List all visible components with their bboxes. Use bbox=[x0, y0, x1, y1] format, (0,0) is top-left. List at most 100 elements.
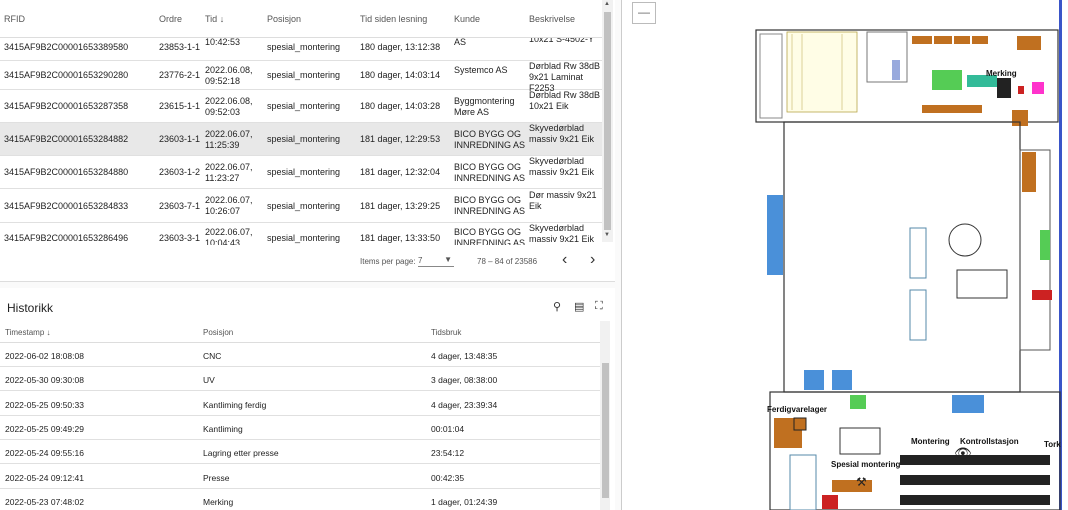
col-kunde[interactable]: Kunde bbox=[454, 14, 480, 24]
history-cell-tidsbruk: 23:54:12 bbox=[431, 448, 465, 459]
cell-text: 10x21 S-4502-Y bbox=[529, 38, 595, 44]
history-row[interactable]: 2022-05-30 09:30:08 UV 3 dager, 08:38:00 bbox=[0, 367, 600, 392]
cell-text: 3415AF9B2C00001653286496 bbox=[4, 232, 129, 243]
cell-text: massiv 9x21 Eik bbox=[529, 134, 595, 144]
label-kontrollstasjon: Kontrollstasjon bbox=[960, 437, 1019, 446]
label-merking: Merking bbox=[986, 69, 1017, 78]
history-cell-timestamp: 2022-05-24 09:55:16 bbox=[5, 448, 84, 459]
cell-ordre: 23615-1-1 bbox=[159, 101, 200, 112]
history-row[interactable]: 2022-05-25 09:50:33 Kantliming ferdig 4 da… bbox=[0, 392, 600, 416]
cell-text: Skyvedørblad bbox=[529, 123, 585, 133]
machine bbox=[822, 495, 838, 509]
col-tid[interactable]: Tid ↓ bbox=[205, 14, 224, 24]
cell-text: BICO BYGG OG bbox=[454, 161, 522, 172]
cell-tid: 2022.06.08, 09:52:18 bbox=[205, 65, 253, 87]
floor-plan-map[interactable]: — 👁 ⚒ Merking Ferdigvarelager Montering … bbox=[622, 0, 1068, 510]
col-tid-label: Tid bbox=[205, 14, 218, 24]
machine bbox=[850, 395, 866, 409]
conveyor bbox=[900, 475, 1050, 485]
items-per-page-select[interactable]: 7 ▼ bbox=[418, 253, 454, 267]
conveyor bbox=[900, 495, 1050, 505]
col-tidsbruk[interactable]: Tidsbruk bbox=[431, 328, 461, 337]
cell-text: 3415AF9B2C00001653284880 bbox=[4, 167, 129, 177]
col-posisjon[interactable]: Posisjon bbox=[267, 14, 301, 24]
table-row[interactable]: 3415AF9B2C00001653290280 23776-2-1 2022.06… bbox=[0, 61, 602, 93]
scroll-up-icon[interactable]: ▲ bbox=[604, 1, 610, 7]
cell-text: BICO BYGG OG bbox=[454, 195, 522, 205]
prev-page-button[interactable]: ‹ bbox=[562, 251, 567, 269]
orders-table-panel: RFID Ordre Tid ↓ Posisjon Tid siden lesn… bbox=[0, 0, 615, 282]
history-cell-tidsbruk: 3 dager, 08:38:00 bbox=[431, 375, 498, 386]
table-row[interactable]: 3415AF9B2C00001653284880 23603-1-2 2022.06… bbox=[0, 156, 602, 189]
table-row[interactable]: 3415AF9B2C00001653286496 23603-3-1 2022.06… bbox=[0, 223, 602, 245]
cell-text: 23603-7-1 bbox=[159, 200, 201, 211]
cell-text: 10x21 Eik bbox=[529, 101, 569, 111]
scroll-down-icon[interactable]: ▼ bbox=[604, 232, 610, 238]
app-root: RFID Ordre Tid ↓ Posisjon Tid siden lesn… bbox=[0, 0, 1068, 510]
cell-text: 23603-1-1 bbox=[159, 134, 201, 144]
orders-scrollbar[interactable]: ▲ ▼ bbox=[602, 0, 613, 242]
col-beskrivelse[interactable]: Beskrivelse bbox=[529, 14, 575, 24]
col-rfid[interactable]: RFID bbox=[4, 14, 25, 24]
export-file-icon[interactable]: ▤ bbox=[574, 300, 584, 313]
scroll-thumb[interactable] bbox=[604, 12, 611, 230]
cell-text: Systemco AS bbox=[454, 64, 508, 75]
col-tid-siden[interactable]: Tid siden lesning bbox=[360, 14, 427, 24]
cell-text: 2022.06.07, bbox=[205, 161, 253, 172]
cell-text: spesial_montering bbox=[267, 134, 341, 144]
cell-text: 10:42:53 bbox=[205, 38, 241, 47]
history-row[interactable]: 2022-05-23 07:48:02 Merking 1 dager, 01:24… bbox=[0, 489, 600, 510]
cell-text: Møre AS bbox=[454, 106, 490, 117]
machine bbox=[804, 370, 824, 390]
history-cell-posisjon: Lagring etter presse bbox=[203, 448, 279, 459]
cell-kunde: Byggmontering Møre AS bbox=[454, 96, 515, 118]
next-page-button[interactable]: › bbox=[590, 251, 595, 269]
rack bbox=[1017, 36, 1041, 50]
cell-text: Dørblad Rw 38dB bbox=[529, 61, 601, 71]
history-scrollbar[interactable] bbox=[600, 321, 610, 510]
scroll-thumb[interactable] bbox=[602, 363, 609, 498]
cell-posisjon: spesial_montering bbox=[267, 201, 340, 212]
cell-text: INNREDNING AS bbox=[454, 172, 526, 183]
cell-text: 10:26:07 bbox=[205, 206, 241, 216]
cell-text: 23853-1-1 bbox=[159, 42, 201, 52]
history-row[interactable]: 2022-05-24 09:12:41 Presse 00:42:35 bbox=[0, 465, 600, 489]
cell-text: 180 dager, 14:03:28 bbox=[360, 101, 441, 111]
cell-kunde: BICO BYGG OG INNREDNING AS bbox=[454, 227, 525, 245]
history-cell-timestamp: 2022-06-02 18:08:08 bbox=[5, 351, 84, 361]
cell-posisjon: spesial_montering bbox=[267, 101, 340, 112]
history-cell-tidsbruk: 00:42:35 bbox=[431, 472, 465, 483]
cell-text: 181 dager, 12:29:53 bbox=[360, 134, 441, 144]
cell-tid-siden: 180 dager, 14:03:28 bbox=[360, 101, 440, 112]
cell-text: 23615-1-1 bbox=[159, 101, 201, 111]
machine bbox=[1032, 82, 1044, 94]
history-cell-timestamp: 2022-05-25 09:49:29 bbox=[5, 423, 84, 434]
cell-kunde: BICO BYGG OG INNREDNING AS bbox=[454, 129, 525, 151]
fullscreen-icon[interactable]: ⛶ bbox=[595, 300, 603, 313]
cell-kunde: BICO BYGG OG INNREDNING AS bbox=[454, 195, 525, 217]
cell-rfid: 3415AF9B2C00001653284833 bbox=[4, 201, 128, 212]
cell-beskrivelse: Dør massiv 9x21 Eik bbox=[529, 190, 597, 212]
cell-text: 10:04:43 bbox=[205, 238, 241, 245]
col-ordre[interactable]: Ordre bbox=[159, 14, 182, 24]
history-row[interactable]: 2022-05-25 09:49:29 Kantliming 00:01:04 bbox=[0, 416, 600, 440]
cell-kunde: BICO BYGG OG INNREDNING AS bbox=[454, 162, 525, 184]
col-hist-posisjon[interactable]: Posisjon bbox=[203, 328, 233, 337]
history-cell-timestamp: 2022-05-23 07:48:02 bbox=[5, 496, 84, 507]
cell-tid-siden: 180 dager, 14:03:14 bbox=[360, 70, 440, 81]
table-row[interactable]: 3415AF9B2C00001653284833 23603-7-1 2022.06… bbox=[0, 189, 602, 223]
table-row[interactable]: 3415AF9B2C00001653389580 23853-1-1 10:42:5… bbox=[0, 38, 602, 61]
silo bbox=[948, 223, 982, 257]
table-row[interactable]: 3415AF9B2C00001653284882 23603-1-1 2022.06… bbox=[0, 123, 602, 156]
cell-text: spesial_montering bbox=[267, 101, 341, 111]
col-timestamp[interactable]: Timestamp ↓ bbox=[5, 328, 51, 337]
table-row[interactable]: 3415AF9B2C00001653287358 23615-1-1 2022.06… bbox=[0, 90, 602, 123]
label-spesial-montering: Spesial montering bbox=[831, 460, 901, 469]
label-ferdigvarelager: Ferdigvarelager bbox=[767, 405, 828, 414]
history-row[interactable]: 2022-05-24 09:55:16 Lagring etter presse 2… bbox=[0, 440, 600, 465]
cell-posisjon: spesial_montering bbox=[267, 233, 340, 244]
search-icon[interactable]: ⚲ bbox=[553, 300, 561, 313]
history-row[interactable]: 2022-06-02 18:08:08 CNC 4 dager, 13:48:35 bbox=[0, 343, 600, 367]
cell-text: 181 dager, 12:32:04 bbox=[360, 167, 441, 177]
page-range: 78 – 84 of 23586 bbox=[477, 257, 538, 266]
